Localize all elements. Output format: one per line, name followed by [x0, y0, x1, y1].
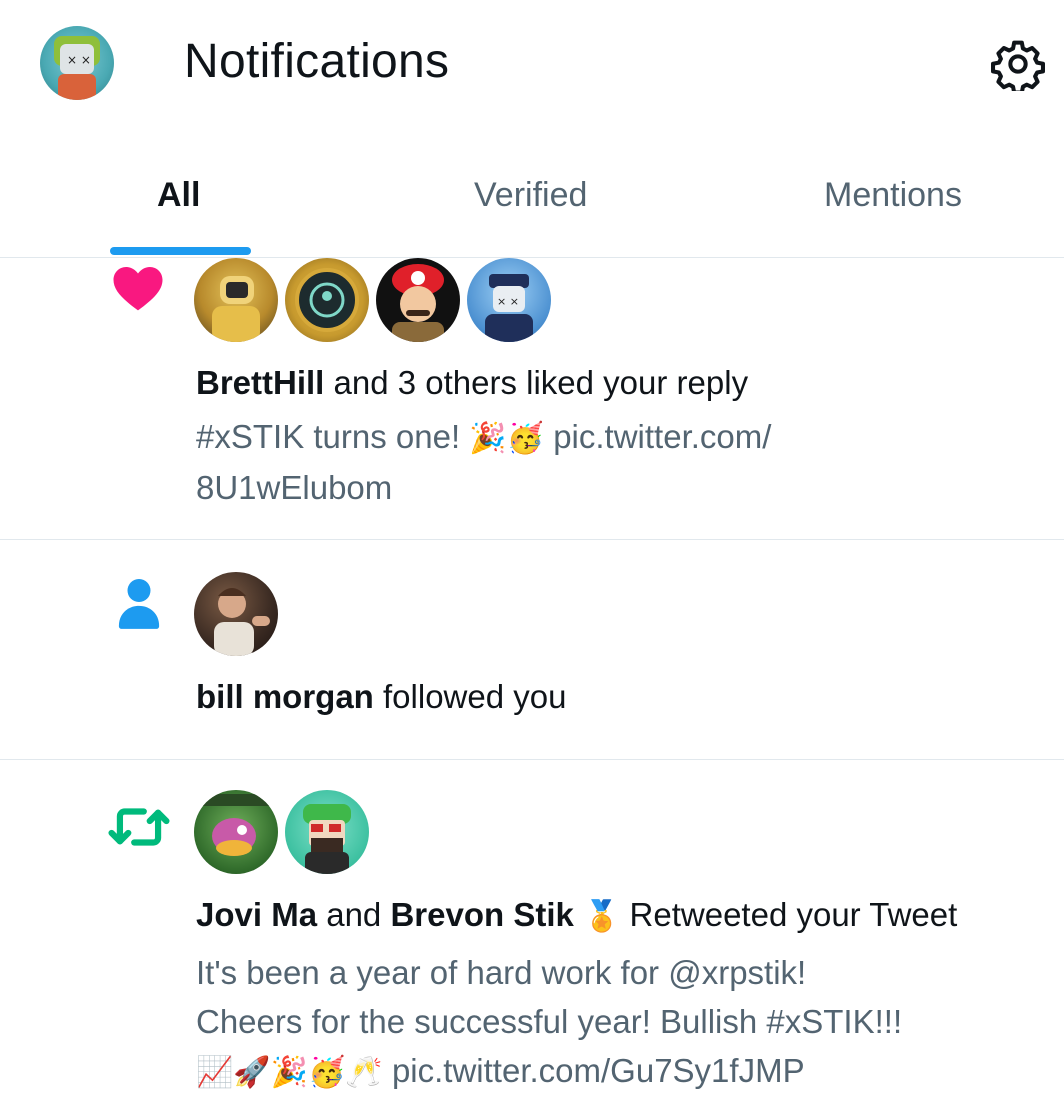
actor-name[interactable]: Jovi Ma [196, 896, 317, 933]
notification-summary: BrettHill and 3 others liked your reply [196, 364, 748, 402]
liker-avatars: × × [194, 258, 558, 342]
settings-button[interactable] [988, 34, 1048, 94]
gear-icon [991, 40, 1045, 91]
svg-text:× ×: × × [497, 295, 519, 308]
heart-icon [113, 267, 163, 311]
action-text: and 3 others liked your reply [324, 364, 749, 401]
actor-name-2[interactable]: Brevon Stik [390, 896, 573, 933]
avatar[interactable]: × × [467, 258, 551, 342]
party-emoji: 🎉🥳 [469, 421, 545, 456]
tab-verified[interactable]: Verified [474, 176, 587, 215]
actor-name[interactable]: bill morgan [196, 678, 374, 715]
tweet-link[interactable]: pic.twitter.com/Gu7Sy1fJMP [383, 1052, 805, 1089]
tweet-text-line2: Cheers for the successful year! Bullish … [196, 1003, 903, 1040]
header: × × Notifications [0, 0, 1064, 135]
celebration-emojis: 📈🚀🎉🥳🥂 [196, 1055, 383, 1090]
action-text: followed you [373, 678, 567, 715]
tweet-preview[interactable]: It's been a year of hard work for @xrpst… [196, 948, 902, 1097]
svg-text:× ×: × × [67, 53, 91, 67]
page-title: Notifications [184, 35, 450, 88]
tweet-link[interactable]: pic.twitter.com/ [544, 418, 771, 455]
retweet-icon [108, 808, 170, 846]
avatar[interactable] [285, 790, 369, 874]
avatar[interactable] [194, 572, 278, 656]
notification-tabs: All Verified Mentions [0, 150, 1064, 258]
notification-like[interactable]: × × BrettHill and 3 others liked your re… [0, 258, 1064, 540]
avatar[interactable] [194, 258, 278, 342]
tab-mentions[interactable]: Mentions [824, 176, 962, 215]
tab-all[interactable]: All [157, 176, 200, 215]
medal-emoji: 🏅 [583, 899, 621, 934]
tweet-text: #xSTIK turns one! [196, 418, 470, 455]
actor-name[interactable]: BrettHill [196, 364, 324, 401]
follower-avatars [194, 572, 285, 656]
notification-follow[interactable]: bill morgan followed you [0, 540, 1064, 760]
tweet-text-line1: It's been a year of hard work for @xrpst… [196, 954, 807, 991]
tweet-link-continued[interactable]: 8U1wElubom [196, 469, 392, 506]
retweeter-avatars [194, 790, 376, 874]
tweet-preview[interactable]: #xSTIK turns one! 🎉🥳 pic.twitter.com/8U1… [196, 412, 771, 512]
notification-retweet[interactable]: Jovi Ma and Brevon Stik 🏅 Retweeted your… [0, 760, 1064, 1114]
notification-summary: bill morgan followed you [196, 678, 566, 716]
action-text: Retweeted your Tweet [620, 896, 958, 933]
avatar[interactable] [376, 258, 460, 342]
active-tab-indicator [110, 247, 251, 255]
notification-summary: Jovi Ma and Brevon Stik 🏅 Retweeted your… [196, 896, 957, 934]
person-icon [118, 579, 160, 629]
avatar[interactable] [285, 258, 369, 342]
profile-avatar[interactable]: × × [40, 26, 114, 100]
connector-text: and [317, 896, 391, 933]
avatar[interactable] [194, 790, 278, 874]
